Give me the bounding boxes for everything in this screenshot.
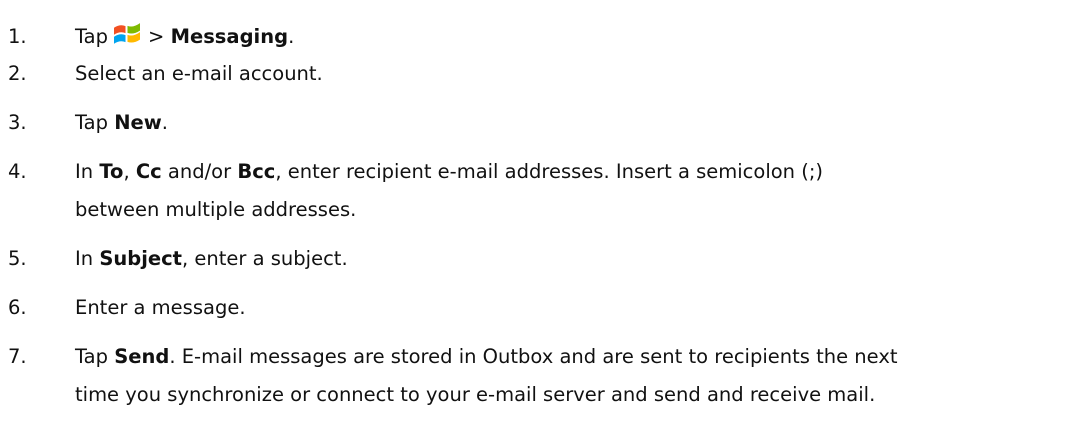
- step-text-segment: .: [161, 111, 168, 134]
- windows-start-icon: [112, 19, 142, 60]
- step-text-segment: , enter a subject.: [182, 247, 348, 270]
- menu-name-messaging: Messaging: [170, 25, 289, 48]
- step-text-segment: , enter recipient e-mail addresses. Inse…: [275, 160, 824, 183]
- step-text-segment: Tap: [75, 25, 109, 48]
- step-text-segment: time you synchronize or connect to your …: [75, 383, 876, 406]
- step-number: 5.: [8, 247, 27, 270]
- step-number: 4.: [8, 160, 27, 183]
- command-name-new: New: [114, 111, 162, 134]
- step-text-segment: In: [75, 247, 94, 270]
- step-number: 3.: [8, 111, 27, 134]
- step-text-segment: ,: [123, 160, 130, 183]
- step-text-segment: and/or: [167, 160, 232, 183]
- step-text: In To, Cc and/or Bcc, enter recipient e-…: [75, 153, 1065, 229]
- step-text-segment: between multiple addresses.: [75, 198, 357, 221]
- step-text: In Subject, enter a subject.: [75, 240, 1065, 278]
- field-name-subject: Subject: [99, 247, 183, 270]
- step-number: 6.: [8, 296, 27, 319]
- step-text-segment: >: [148, 25, 165, 48]
- step-text: Tap > Messaging.: [75, 18, 1065, 60]
- step-text-segment: .: [288, 25, 295, 48]
- step-text: Tap Send. E-mail messages are stored in …: [75, 338, 1065, 414]
- command-name-send: Send: [114, 345, 170, 368]
- step-text: Enter a message.: [75, 296, 246, 319]
- step-number: 7.: [8, 345, 27, 368]
- step-text-segment: Tap: [75, 111, 109, 134]
- step-text-segment: Tap: [75, 345, 109, 368]
- field-name-bcc: Bcc: [237, 160, 276, 183]
- step-number: 2.: [8, 62, 27, 85]
- step-text-segment: . E-mail messages are stored in Outbox a…: [169, 345, 898, 368]
- field-name-to: To: [99, 160, 124, 183]
- step-text: Tap New.: [75, 104, 1065, 142]
- step-text-segment: In: [75, 160, 94, 183]
- field-name-cc: Cc: [135, 160, 162, 183]
- step-number: 1.: [8, 25, 27, 48]
- step-text: Select an e-mail account.: [75, 62, 323, 85]
